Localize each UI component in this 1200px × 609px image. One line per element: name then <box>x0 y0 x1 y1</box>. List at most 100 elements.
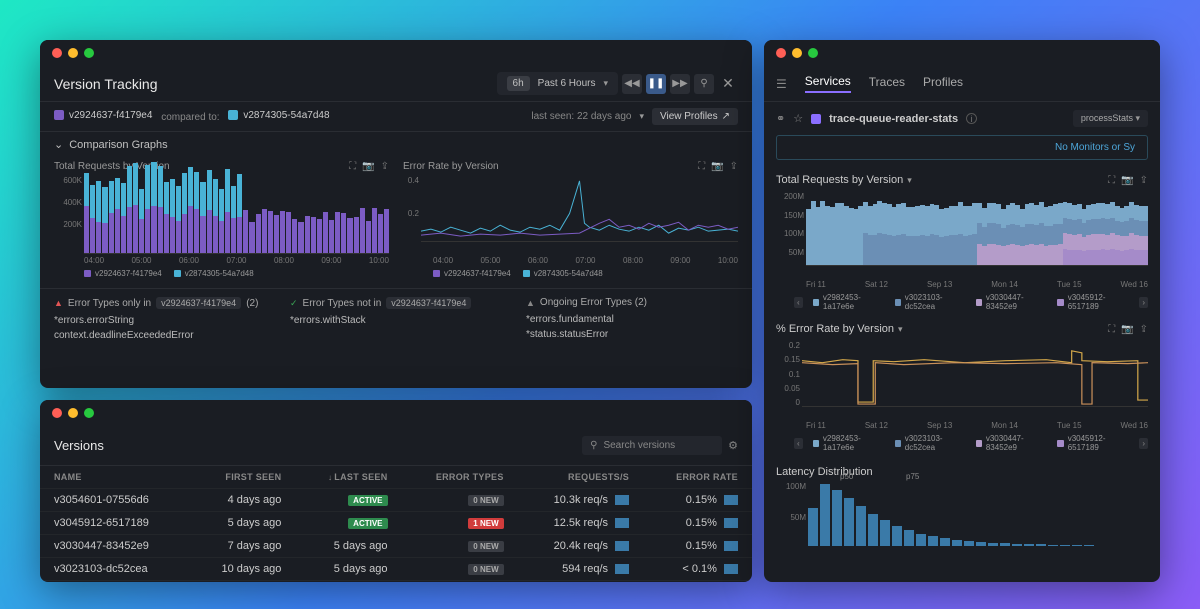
expand-icon[interactable]: ⛶ <box>1108 175 1115 186</box>
version-chip-secondary[interactable]: v2874305-54a7d48 <box>228 110 329 121</box>
pause-button[interactable]: ❚❚ <box>646 74 666 94</box>
camera-icon[interactable]: 📷 <box>1121 324 1133 335</box>
link-icon: ↗ <box>722 111 730 122</box>
chart-error-rate: % Error Rate by Version ▾ ⛶ 📷 ⇪ 0.20.150.… <box>764 317 1160 458</box>
col-error-types[interactable]: ERROR TYPES <box>402 466 518 489</box>
close-dot[interactable] <box>52 408 62 418</box>
table-row[interactable]: v3023103-dc52cea10 days ago5 days ago0 N… <box>40 558 752 581</box>
error-item[interactable]: *status.statusError <box>526 329 738 340</box>
expand-icon[interactable]: ⛶ <box>1108 324 1115 335</box>
versions-window: Versions ⚲ Search versions ⚙ NAME FIRST … <box>40 400 752 582</box>
chevron-down-icon: ▾ <box>603 78 608 89</box>
search-button[interactable]: ⚲ <box>694 74 714 94</box>
view-profiles-button[interactable]: View Profiles ↗ <box>652 108 738 125</box>
tab-profiles[interactable]: Profiles <box>923 75 963 92</box>
forward-button[interactable]: ▶▶ <box>670 74 690 94</box>
col-requests[interactable]: REQUESTS/S <box>518 466 643 489</box>
chart-actions: ⛶ 📷 ⇪ <box>1108 175 1148 186</box>
maximize-dot[interactable] <box>84 48 94 58</box>
service-header: ⚭ ☆ trace-queue-reader-stats i processSt… <box>764 102 1160 135</box>
next-button[interactable]: › <box>1139 297 1148 308</box>
stacked-bar-chart[interactable]: 200M150M100M50M <box>776 192 1148 278</box>
version-compare: v2924637-f4179e4 compared to: v2874305-5… <box>54 110 330 124</box>
link-icon[interactable]: ⚭ <box>776 112 785 125</box>
camera-icon[interactable]: 📷 <box>711 161 723 172</box>
line-chart[interactable]: 0.20.150.10.050 <box>776 341 1148 419</box>
tab-services[interactable]: Services <box>805 74 851 93</box>
close-dot[interactable] <box>52 48 62 58</box>
x-axis: 04:0005:0006:0007:0008:0009:0010:00 <box>403 256 738 265</box>
titlebar <box>40 400 752 426</box>
chart-title: % Error Rate by Version <box>776 323 894 335</box>
export-icon[interactable]: ⇪ <box>730 161 738 172</box>
error-item[interactable]: *errors.withStack <box>290 315 502 326</box>
bar-chart[interactable]: 600K400K200K <box>54 176 389 254</box>
export-icon[interactable]: ⇪ <box>1140 175 1148 186</box>
services-window: ☰ Services Traces Profiles ⚭ ☆ trace-que… <box>764 40 1160 582</box>
chart-actions: ⛶ 📷 ⇪ <box>349 161 389 172</box>
chevron-down-icon[interactable]: ▾ <box>898 324 903 334</box>
maximize-dot[interactable] <box>84 408 94 418</box>
version-chip-primary[interactable]: v2924637-f4179e4 <box>54 110 152 121</box>
col-last-seen[interactable]: ↓LAST SEEN <box>295 466 401 489</box>
next-button[interactable]: › <box>1139 438 1148 449</box>
minimize-dot[interactable] <box>68 408 78 418</box>
process-selector[interactable]: processStats ▾ <box>1073 110 1148 127</box>
table-row[interactable]: v2982453-1a17e6e18 days ago5 days ago0 N… <box>40 581 752 583</box>
col-error-rate[interactable]: ERROR RATE <box>643 466 752 489</box>
info-icon[interactable]: i <box>966 113 977 124</box>
section-comparison-graphs[interactable]: ⌄ Comparison Graphs <box>40 131 752 157</box>
chevron-down-icon: ⌄ <box>54 138 63 151</box>
table-row[interactable]: v3030447-83452e97 days ago5 days ago0 NE… <box>40 535 752 558</box>
service-name[interactable]: trace-queue-reader-stats <box>829 113 958 125</box>
prev-button[interactable]: ‹ <box>794 438 803 449</box>
chevron-down-icon[interactable]: ▾ <box>907 175 912 185</box>
col-first-seen[interactable]: FIRST SEEN <box>189 466 296 489</box>
expand-icon[interactable]: ⛶ <box>349 161 356 172</box>
chevron-down-icon[interactable]: ▾ <box>639 111 644 122</box>
chart-actions: ⛶ 📷 ⇪ <box>1108 324 1148 335</box>
expand-icon[interactable]: ⛶ <box>698 161 705 172</box>
camera-icon[interactable]: 📷 <box>1121 175 1133 186</box>
export-icon[interactable]: ⇪ <box>381 161 389 172</box>
star-icon[interactable]: ☆ <box>793 112 803 125</box>
table-row[interactable]: v3054601-07556d64 days agoACTIVE0 NEW10.… <box>40 489 752 512</box>
chart-actions: ⛶ 📷 ⇪ <box>698 161 738 172</box>
version-tracking-window: Version Tracking 6h Past 6 Hours ▾ ◀◀ ❚❚… <box>40 40 752 388</box>
latency-histogram[interactable]: 100M50M p50 p75 <box>776 482 1148 556</box>
search-input[interactable]: ⚲ Search versions <box>582 436 722 455</box>
minimize-dot[interactable] <box>68 48 78 58</box>
col-name[interactable]: NAME <box>40 466 189 489</box>
y-axis: 0.20.150.10.050 <box>776 341 800 407</box>
y-axis: 100M50M <box>776 482 806 544</box>
error-item[interactable]: *errors.fundamental <box>526 314 738 325</box>
error-col-ongoing: ▲Ongoing Error Types (2) *errors.fundame… <box>526 297 738 345</box>
x-axis: 04:0005:0006:0007:0008:0009:0010:00 <box>54 256 389 265</box>
rewind-button[interactable]: ◀◀ <box>622 74 642 94</box>
minimize-dot[interactable] <box>792 48 802 58</box>
last-seen-label: last seen: 22 days ago <box>531 111 631 122</box>
error-col-only-in: ▲Error Types only in v2924637-f4179e4 (2… <box>54 297 266 345</box>
close-button[interactable]: ✕ <box>718 74 738 94</box>
time-range-selector[interactable]: 6h Past 6 Hours ▾ <box>497 72 618 95</box>
monitor-status-bar[interactable]: No Monitors or Sy <box>776 135 1148 160</box>
tab-traces[interactable]: Traces <box>869 75 905 92</box>
gear-icon[interactable]: ⚙ <box>728 439 738 452</box>
color-swatch <box>228 110 238 120</box>
maximize-dot[interactable] <box>808 48 818 58</box>
error-item[interactable]: context.deadlineExceededError <box>54 330 266 341</box>
export-icon[interactable]: ⇪ <box>1140 324 1148 335</box>
search-placeholder: Search versions <box>603 440 675 451</box>
p75-marker: p75 <box>906 472 919 481</box>
compare-bar: v2924637-f4179e4 compared to: v2874305-5… <box>40 101 752 131</box>
p50-marker: p50 <box>840 472 853 481</box>
filter-icon[interactable]: ☰ <box>776 77 787 91</box>
close-dot[interactable] <box>776 48 786 58</box>
camera-icon[interactable]: 📷 <box>362 161 374 172</box>
table-row[interactable]: v3045912-65171895 days agoACTIVE1 NEW12.… <box>40 512 752 535</box>
alert-triangle-icon: ▲ <box>526 298 535 308</box>
line-chart[interactable]: 0.40.2 <box>403 176 738 254</box>
error-item[interactable]: *errors.errorString <box>54 315 266 326</box>
prev-button[interactable]: ‹ <box>794 297 803 308</box>
page-title: Versions <box>54 438 104 453</box>
